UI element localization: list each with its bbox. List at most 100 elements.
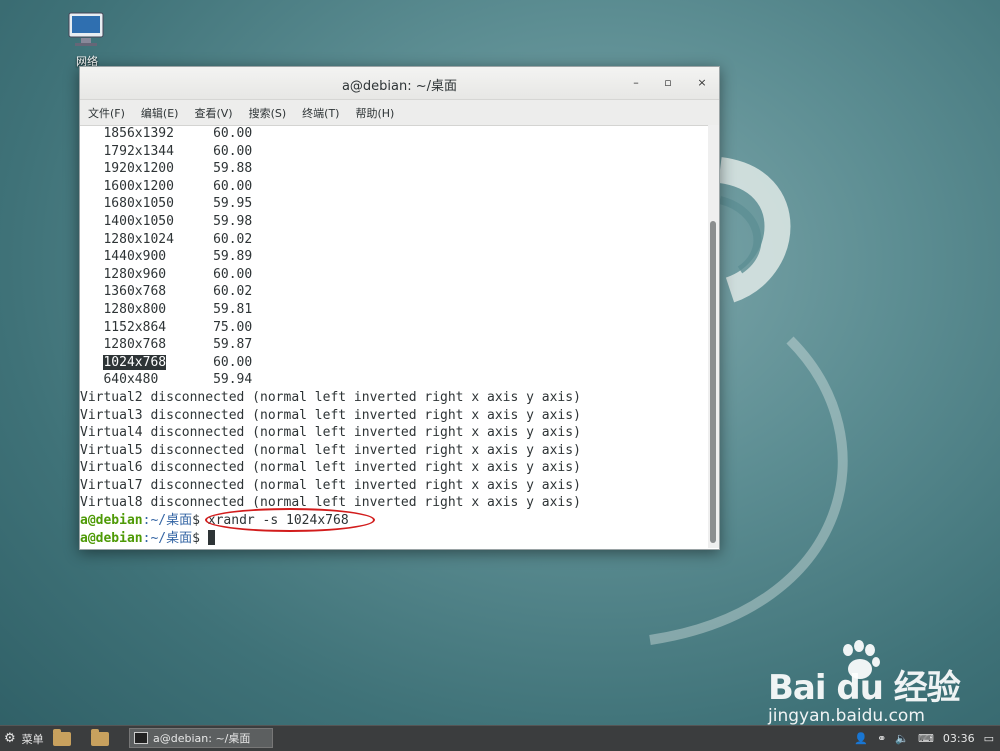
menu-search[interactable]: 搜索(S) bbox=[249, 105, 287, 121]
menu-help[interactable]: 帮助(H) bbox=[355, 105, 394, 121]
network-icon bbox=[68, 12, 104, 46]
terminal-scrollbar[interactable] bbox=[708, 125, 719, 548]
window-title: a@debian: ~/桌面 bbox=[341, 79, 458, 94]
terminal-cursor bbox=[207, 529, 215, 545]
mode-refresh-rate: 59.95 bbox=[213, 196, 253, 212]
mode-resolution: 1280x768 bbox=[103, 337, 167, 353]
terminal-line-mode: 1400x1050 59.98 bbox=[80, 213, 707, 231]
prompt-path: :~/桌面 bbox=[142, 513, 193, 529]
mode-refresh-rate: 60.02 bbox=[213, 284, 253, 300]
terminal-line-output: Virtual4 disconnected (normal left inver… bbox=[80, 425, 581, 441]
terminal-line-mode: 1856x1392 60.00 bbox=[80, 125, 707, 143]
command-highlight-oval bbox=[205, 508, 375, 532]
folder-icon bbox=[91, 728, 109, 746]
terminal-line-output: Virtual8 disconnected (normal left inver… bbox=[80, 495, 581, 511]
terminal-line-mode: 1360x768 60.02 bbox=[80, 283, 707, 301]
mode-resolution: 1440x900 bbox=[103, 249, 167, 265]
mode-refresh-rate: 60.00 bbox=[213, 354, 253, 370]
terminal-prompt-line: a@debian:~/桌面$ xrandr -s 1024x768 bbox=[80, 512, 707, 530]
window-titlebar[interactable]: a@debian: ~/桌面 – ▫ × bbox=[80, 67, 719, 100]
terminal-line-mode: 1600x1200 60.00 bbox=[80, 178, 707, 196]
mode-refresh-rate: 75.00 bbox=[213, 319, 253, 335]
terminal-line-output: Virtual6 disconnected (normal left inver… bbox=[80, 460, 581, 476]
folder-icon bbox=[53, 728, 71, 746]
prompt-symbol: $ bbox=[192, 513, 200, 529]
taskbar-window-label: a@debian: ~/桌面 bbox=[153, 732, 251, 745]
menu-file[interactable]: 文件(F) bbox=[88, 105, 125, 121]
close-button[interactable]: × bbox=[692, 73, 712, 93]
prompt-user: a@debian bbox=[80, 530, 143, 546]
system-tray: 👤 ⚭ 🔈 ⌨ 03:36 ▭ bbox=[845, 726, 994, 751]
mode-refresh-rate: 59.89 bbox=[213, 249, 253, 265]
mode-resolution: 1152x864 bbox=[103, 319, 167, 335]
taskbar: ⚙ 菜单 a@debian: ~/桌面 👤 ⚭ 🔈 ⌨ 03:36 ▭ bbox=[0, 725, 1000, 751]
mode-resolution: 1920x1200 bbox=[103, 161, 174, 177]
scrollbar-thumb[interactable] bbox=[710, 221, 716, 543]
terminal-line-mode: 1280x1024 60.02 bbox=[80, 231, 707, 249]
terminal-line-mode: 640x480 59.94 bbox=[80, 371, 707, 389]
menu-terminal[interactable]: 终端(T) bbox=[302, 105, 339, 121]
mode-resolution: 640x480 bbox=[103, 372, 159, 388]
mode-refresh-rate: 59.87 bbox=[213, 337, 253, 353]
terminal-window[interactable]: a@debian: ~/桌面 – ▫ × 文件(F) 编辑(E) 查看(V) 搜… bbox=[79, 66, 720, 550]
home-folder-launcher[interactable] bbox=[91, 726, 109, 751]
mode-resolution: 1360x768 bbox=[103, 284, 167, 300]
terminal-prompt-line: a@debian:~/桌面$ bbox=[80, 529, 707, 548]
prompt-path: :~/桌面 bbox=[142, 530, 193, 546]
terminal-line-mode: 1152x864 75.00 bbox=[80, 319, 707, 337]
mode-resolution: 1280x800 bbox=[103, 301, 167, 317]
prompt-symbol: $ bbox=[192, 530, 200, 546]
terminal-line-output: Virtual7 disconnected (normal left inver… bbox=[80, 477, 581, 493]
terminal-line-mode: 1024x768 60.00 bbox=[80, 354, 707, 372]
baidu-jingyan-watermark: Bai du 经验 jingyan.baidu.com bbox=[768, 640, 988, 730]
mode-refresh-rate: 59.88 bbox=[213, 161, 253, 177]
gear-icon: ⚙ bbox=[4, 731, 16, 746]
mode-resolution: 1856x1392 bbox=[103, 126, 174, 141]
terminal-line-mode: 1280x800 59.81 bbox=[80, 301, 707, 319]
menu-bar: 文件(F) 编辑(E) 查看(V) 搜索(S) 终端(T) 帮助(H) bbox=[80, 100, 719, 126]
mode-refresh-rate: 60.00 bbox=[213, 143, 253, 159]
menu-view[interactable]: 查看(V) bbox=[194, 105, 232, 121]
terminal-line-mode: 1680x1050 59.95 bbox=[80, 195, 707, 213]
taskbar-menu-label: 菜单 bbox=[21, 732, 44, 746]
minimize-button[interactable]: – bbox=[626, 73, 646, 93]
terminal-icon bbox=[134, 732, 148, 744]
mode-resolution: 1792x1344 bbox=[103, 143, 174, 159]
terminal-line-output: Virtual3 disconnected (normal left inver… bbox=[80, 407, 581, 423]
network-status-icon[interactable]: ⚭ bbox=[877, 732, 886, 745]
watermark-url: jingyan.baidu.com bbox=[768, 706, 925, 726]
terminal-line-mode: 1280x768 59.87 bbox=[80, 336, 707, 354]
mode-refresh-rate: 59.94 bbox=[213, 372, 253, 388]
taskbar-menu-button[interactable]: ⚙ 菜单 bbox=[4, 726, 44, 751]
volume-icon[interactable]: 🔈 bbox=[895, 732, 909, 745]
menu-edit[interactable]: 编辑(E) bbox=[141, 105, 179, 121]
mode-resolution: 1024x768 bbox=[103, 354, 167, 370]
mode-refresh-rate: 60.02 bbox=[213, 231, 253, 247]
show-desktop-icon[interactable]: ▭ bbox=[984, 732, 994, 745]
terminal-line-mode: 1280x960 60.00 bbox=[80, 266, 707, 284]
user-icon[interactable]: 👤 bbox=[854, 732, 868, 745]
mode-refresh-rate: 59.98 bbox=[213, 213, 253, 229]
clock[interactable]: 03:36 bbox=[943, 732, 975, 745]
terminal-line-output: Virtual2 disconnected (normal left inver… bbox=[80, 389, 581, 405]
terminal-line-output: Virtual5 disconnected (normal left inver… bbox=[80, 442, 581, 458]
prompt-user: a@debian bbox=[80, 513, 143, 529]
mode-refresh-rate: 60.00 bbox=[213, 126, 253, 141]
network-desktop-icon[interactable]: 网络 bbox=[58, 10, 116, 69]
mode-resolution: 1400x1050 bbox=[103, 213, 174, 229]
watermark-brand: Bai du 经验 bbox=[768, 668, 961, 708]
mode-refresh-rate: 59.81 bbox=[213, 301, 253, 317]
terminal-line-mode: 1440x900 59.89 bbox=[80, 248, 707, 266]
terminal-line-mode: 1792x1344 60.00 bbox=[80, 143, 707, 161]
mode-resolution: 1280x960 bbox=[103, 266, 167, 282]
terminal-line-mode: 1920x1200 59.88 bbox=[80, 160, 707, 178]
mode-refresh-rate: 60.00 bbox=[213, 178, 253, 194]
file-manager-launcher[interactable] bbox=[53, 726, 71, 751]
mode-resolution: 1280x1024 bbox=[103, 231, 174, 247]
terminal-output[interactable]: 1856x1392 60.00 1792x1344 60.00 1920x120… bbox=[80, 125, 707, 548]
taskbar-window-terminal[interactable]: a@debian: ~/桌面 bbox=[129, 728, 273, 748]
mode-refresh-rate: 60.00 bbox=[213, 266, 253, 282]
maximize-button[interactable]: ▫ bbox=[658, 73, 678, 93]
keyboard-icon[interactable]: ⌨ bbox=[918, 732, 934, 745]
mode-resolution: 1600x1200 bbox=[103, 178, 174, 194]
